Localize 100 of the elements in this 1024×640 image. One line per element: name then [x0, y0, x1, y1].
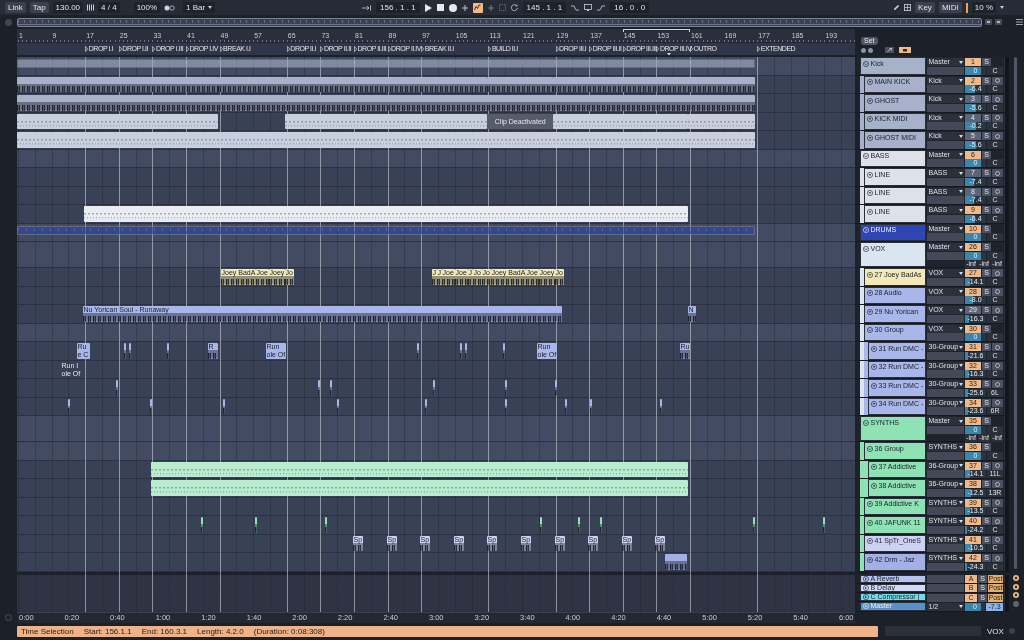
input-field[interactable]: [927, 370, 964, 378]
triangle-circle-icon[interactable]: [866, 190, 873, 196]
triangle-circle-icon[interactable]: [866, 290, 873, 296]
arm-button[interactable]: [992, 517, 1003, 525]
menu-icon[interactable]: [1016, 19, 1023, 25]
input-field[interactable]: [927, 525, 964, 534]
input-field[interactable]: [927, 159, 964, 167]
circle-arrow-icon[interactable]: [510, 4, 518, 11]
quantization-dropdown[interactable]: 1 Bar: [183, 2, 216, 13]
audio-clip[interactable]: [553, 76, 755, 92]
tile-icon[interactable]: [899, 47, 911, 53]
midi-clip[interactable]: [151, 461, 688, 477]
input-field[interactable]: [927, 470, 964, 478]
arm-button[interactable]: [992, 343, 1003, 351]
arm-button[interactable]: [992, 498, 1003, 507]
audio-clip[interactable]: [487, 76, 553, 92]
input-field[interactable]: [927, 66, 964, 75]
arm-button[interactable]: [992, 269, 1003, 277]
time-signature-field[interactable]: 4 / 4: [98, 2, 120, 13]
triangle-circle-icon[interactable]: [862, 594, 869, 601]
arm-button[interactable]: [992, 132, 1003, 140]
arm-button[interactable]: [992, 554, 1003, 562]
triangle-circle-icon[interactable]: [866, 208, 873, 215]
plus-icon[interactable]: [487, 4, 494, 11]
arm-button[interactable]: [992, 95, 1003, 103]
input-field[interactable]: [927, 351, 964, 360]
arrow-icon[interactable]: [362, 4, 371, 11]
input-field[interactable]: [927, 296, 964, 304]
dot-circle-icon[interactable]: [1013, 583, 1019, 590]
input-field[interactable]: [927, 451, 964, 460]
triangle-circle-icon[interactable]: [866, 519, 873, 526]
input-field[interactable]: [927, 122, 964, 130]
dot-circle-icon[interactable]: [1013, 592, 1019, 598]
input-field[interactable]: [927, 333, 964, 341]
audio-clip[interactable]: [285, 76, 487, 92]
input-field[interactable]: [927, 140, 964, 149]
tap-button[interactable]: Tap: [29, 2, 49, 13]
arm-button[interactable]: [992, 76, 1003, 85]
midi-clip[interactable]: [17, 113, 218, 129]
loop-length-field[interactable]: 16 . 0 . 0: [610, 2, 650, 13]
input-field[interactable]: [927, 488, 964, 497]
triangle-circle-icon[interactable]: [870, 364, 877, 370]
arm-button[interactable]: [992, 169, 1003, 177]
audio-clip[interactable]: [218, 76, 285, 92]
triangle-circle-icon[interactable]: [866, 171, 873, 178]
audio-clip[interactable]: [665, 554, 687, 570]
input-field[interactable]: [927, 407, 964, 415]
audio-clip[interactable]: [17, 76, 218, 92]
square-icon[interactable]: [985, 19, 992, 25]
triangle-circle-icon[interactable]: [870, 382, 877, 389]
midi-clip[interactable]: [553, 113, 688, 129]
input-field[interactable]: [927, 593, 964, 602]
arm-button[interactable]: [992, 361, 1003, 370]
input-field[interactable]: [927, 584, 964, 593]
chevron-circle-icon[interactable]: [866, 327, 873, 333]
arm-button[interactable]: [992, 480, 1003, 488]
key-map-button[interactable]: Key: [915, 2, 935, 13]
clip-overview[interactable]: [17, 59, 755, 68]
grid-icon[interactable]: [904, 4, 912, 11]
arm-button[interactable]: [992, 187, 1003, 196]
input-field[interactable]: [927, 251, 964, 260]
midi-clip[interactable]: [84, 206, 688, 222]
midi-clip[interactable]: [688, 113, 755, 129]
input-field[interactable]: [927, 507, 964, 515]
arm-button[interactable]: [992, 306, 1003, 314]
chevron-circle-icon[interactable]: [862, 245, 869, 252]
triangle-circle-icon[interactable]: [866, 538, 873, 544]
caret-icon[interactable]: [1000, 6, 1004, 9]
punch-in-icon[interactable]: [571, 4, 580, 11]
record-icon[interactable]: [448, 3, 457, 12]
circle-icon[interactable]: [868, 47, 873, 53]
loop-brace[interactable]: [622, 29, 690, 32]
midi-clip[interactable]: [285, 113, 487, 129]
triangle-circle-icon[interactable]: [870, 345, 877, 352]
triangle-circle-icon[interactable]: [866, 308, 873, 315]
arm-button[interactable]: [992, 535, 1003, 544]
dot-circle-icon[interactable]: [1013, 575, 1019, 581]
tempo-field[interactable]: 130.00: [52, 2, 84, 13]
triangle-circle-icon[interactable]: [870, 482, 877, 489]
position-field[interactable]: 156 . 1 . 1: [376, 2, 420, 13]
loop-box-icon[interactable]: [584, 4, 593, 11]
percent-field[interactable]: 100%: [133, 2, 161, 13]
input-field[interactable]: [927, 214, 964, 223]
arm-button[interactable]: [992, 398, 1003, 407]
input-field[interactable]: [927, 103, 964, 112]
scrollbar[interactable]: [1014, 57, 1017, 569]
midi-clip[interactable]: [151, 480, 688, 496]
circle-icon[interactable]: [861, 47, 866, 53]
arm-button[interactable]: [992, 206, 1003, 214]
midi-clip[interactable]: [17, 132, 755, 148]
arm-button[interactable]: [992, 461, 1003, 470]
input-field[interactable]: [927, 177, 964, 186]
square-icon[interactable]: [995, 19, 1002, 25]
automation-arm-button[interactable]: [472, 2, 483, 13]
dots-icon[interactable]: [164, 4, 176, 11]
midi-map-button[interactable]: MIDI: [938, 2, 962, 13]
input-field[interactable]: [927, 85, 964, 93]
triangle-circle-icon[interactable]: [870, 401, 877, 407]
input-field[interactable]: [927, 314, 964, 323]
chevron-circle-icon[interactable]: [862, 419, 869, 426]
